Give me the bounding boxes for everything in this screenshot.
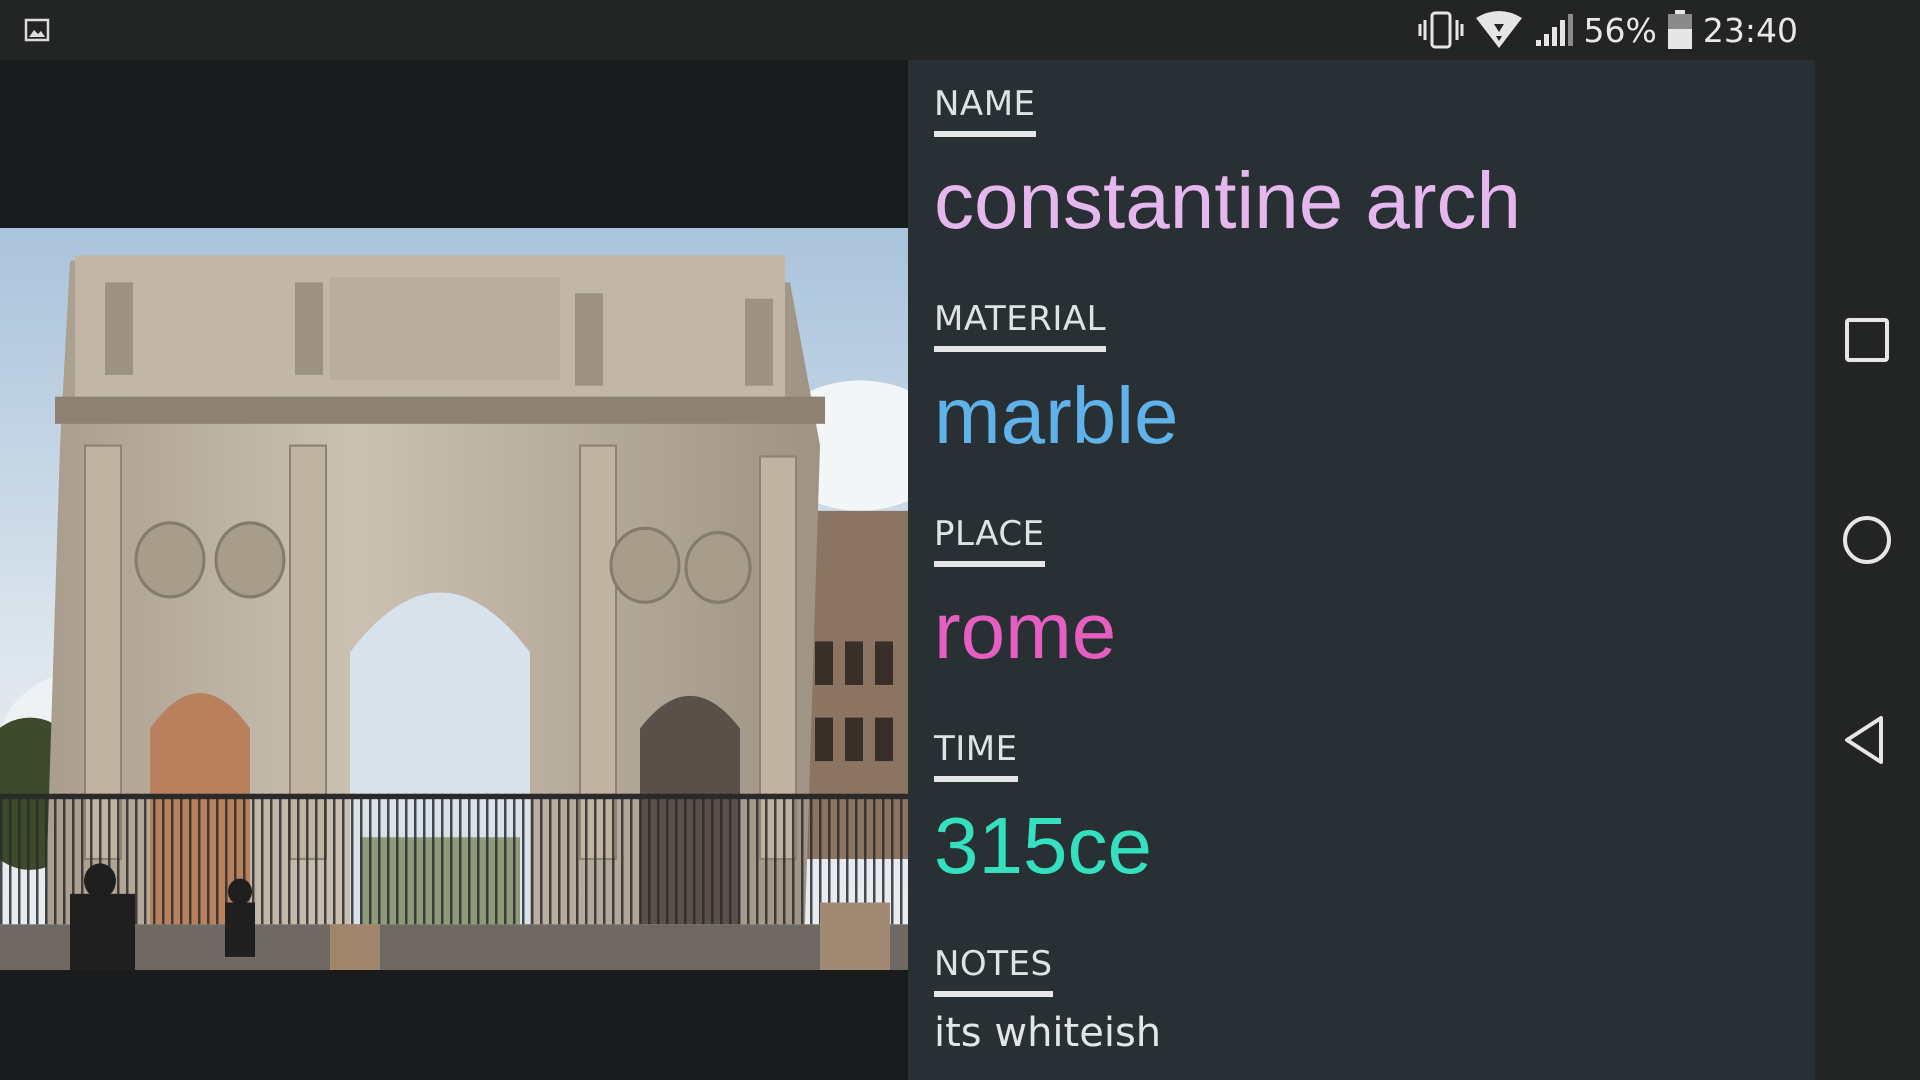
name-label: NAME	[934, 85, 1036, 138]
time-label: TIME	[934, 730, 1018, 783]
battery-percent: 56%	[1583, 10, 1657, 50]
field-notes: NOTES its whiteish	[934, 945, 1161, 1053]
arch-photo[interactable]	[0, 228, 908, 970]
status-icons: 56% 23:40	[1418, 0, 1798, 60]
clock: 23:40	[1702, 10, 1798, 50]
home-icon	[1843, 516, 1891, 564]
wifi-icon	[1474, 10, 1524, 50]
field-place: PLACE rome	[934, 515, 1116, 671]
notes-value[interactable]: its whiteish	[934, 1013, 1161, 1053]
place-value[interactable]: rome	[934, 591, 1116, 671]
details-panel: NAME constantine arch MATERIAL marble PL…	[908, 60, 1815, 1080]
field-name: NAME constantine arch	[934, 85, 1521, 241]
signal-icon	[1534, 12, 1574, 48]
image-icon	[24, 18, 50, 42]
battery-icon	[1667, 10, 1693, 50]
notes-label: NOTES	[934, 945, 1053, 998]
material-value[interactable]: marble	[934, 376, 1179, 456]
image-panel	[0, 60, 908, 1080]
name-value[interactable]: constantine arch	[934, 161, 1521, 241]
material-label: MATERIAL	[934, 300, 1107, 353]
back-button[interactable]	[1837, 710, 1897, 770]
home-button[interactable]	[1837, 510, 1897, 570]
time-value[interactable]: 315ce	[934, 806, 1152, 886]
field-time: TIME 315ce	[934, 730, 1152, 886]
back-icon	[1845, 716, 1883, 764]
recents-button[interactable]	[1837, 310, 1897, 370]
status-bar: 56% 23:40	[0, 0, 1920, 60]
field-material: MATERIAL marble	[934, 300, 1179, 456]
place-label: PLACE	[934, 515, 1045, 568]
navigation-bar	[1815, 60, 1920, 1080]
vibrate-icon	[1418, 10, 1464, 50]
recents-icon	[1845, 318, 1889, 362]
